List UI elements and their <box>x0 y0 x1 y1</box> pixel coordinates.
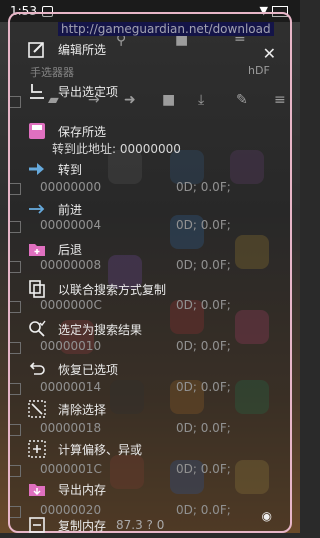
menu-item-edit-selected[interactable]: 编辑所选 <box>28 38 106 60</box>
menu-item-clear-selection[interactable]: 清除选择 <box>28 398 106 420</box>
copy-memory-value: 87.3 ? 0 <box>116 518 165 532</box>
calculate-icon <box>28 440 46 458</box>
menu-item-label: 导出选定项 <box>58 84 119 99</box>
menu-item-label: 后退 <box>58 242 83 257</box>
menu-item-label: 选定为搜索结果 <box>58 322 143 337</box>
menu-item-select-as-results[interactable]: 选定为搜索结果 <box>28 318 142 340</box>
copy-memory-icon <box>28 516 46 534</box>
menu-item-label: 转到 <box>58 162 83 177</box>
save-icon <box>28 122 46 140</box>
menu-item-calc-offset-xor[interactable]: 计算偏移、异或 <box>28 438 142 460</box>
goto-arrow-icon <box>28 160 46 178</box>
menu-item-export-memory[interactable]: 导出内存 <box>28 478 106 500</box>
edit-icon <box>28 40 46 58</box>
forward-arrow-icon <box>28 200 46 218</box>
menu-item-goto[interactable]: 转到 <box>28 158 82 180</box>
eye-icon[interactable]: ◉ <box>262 509 272 523</box>
menu-item-back[interactable]: 后退 <box>28 238 82 260</box>
copy-icon <box>28 280 46 298</box>
export-memory-icon <box>28 480 46 498</box>
menu-item-label: 以联合搜索方式复制 <box>58 282 167 297</box>
menu-item-save-selected[interactable]: 保存所选 <box>28 120 106 142</box>
clear-selection-icon <box>28 400 46 418</box>
menu-item-label: 保存所选 <box>58 124 107 139</box>
menu-item-export-selected[interactable]: 导出选定项 <box>28 80 118 102</box>
menu-item-restore-selected[interactable]: 恢复已选项 <box>28 358 118 380</box>
search-check-icon <box>28 320 46 338</box>
folder-plus-icon <box>28 240 46 258</box>
menu-item-label: 导出内存 <box>58 482 107 497</box>
menu-item-label: 恢复已选项 <box>58 362 119 377</box>
selection-context-menu: ✕ 编辑所选 导出选定项 保存所选 转到此地址: 00000000 转到 前进 … <box>8 12 292 533</box>
restore-icon <box>28 360 46 378</box>
close-icon[interactable]: ✕ <box>263 44 276 63</box>
menu-item-copy-union-search[interactable]: 以联合搜索方式复制 <box>28 278 166 300</box>
menu-item-label: 前进 <box>58 202 83 217</box>
menu-item-forward[interactable]: 前进 <box>28 198 82 220</box>
export-icon <box>28 82 46 100</box>
menu-item-label: 复制内存 <box>58 518 107 533</box>
goto-address-subtext: 转到此地址: 00000000 <box>52 142 181 156</box>
menu-item-label: 编辑所选 <box>58 42 107 57</box>
menu-item-label: 计算偏移、异或 <box>58 442 143 457</box>
menu-item-label: 清除选择 <box>58 402 107 417</box>
